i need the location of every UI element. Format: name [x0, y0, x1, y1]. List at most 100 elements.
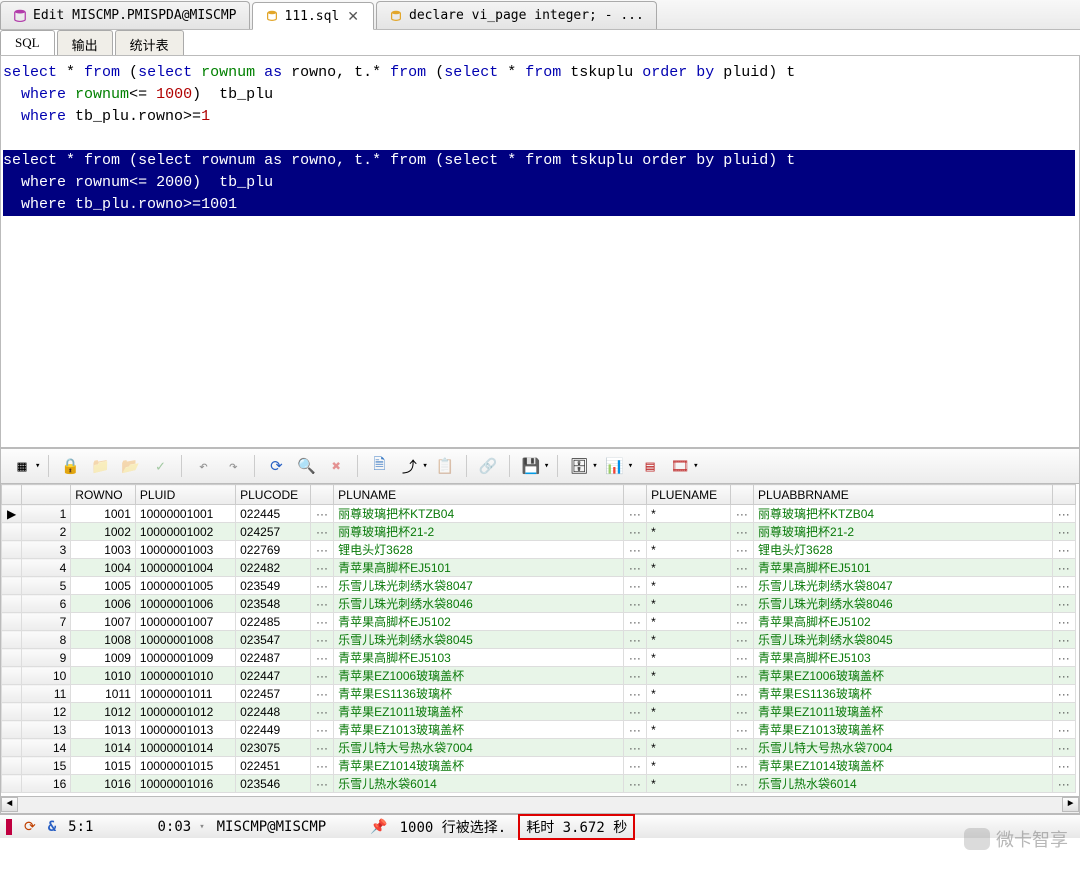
- table-row[interactable]: 12101210000001012022448···青苹果EZ1011玻璃盖杯·…: [2, 703, 1076, 721]
- table-row[interactable]: 4100410000001004022482···青苹果高脚杯EJ5101···…: [2, 559, 1076, 577]
- cell[interactable]: 1007: [71, 613, 136, 631]
- cell[interactable]: 4: [22, 559, 71, 577]
- table-row[interactable]: 15101510000001015022451···青苹果EZ1014玻璃盖杯·…: [2, 757, 1076, 775]
- cell[interactable]: ···: [1052, 559, 1075, 577]
- cell[interactable]: 青苹果EZ1011玻璃盖杯: [334, 703, 624, 721]
- cell[interactable]: ···: [310, 685, 333, 703]
- cell[interactable]: 丽尊玻璃把杯21-2: [754, 523, 1052, 541]
- cell[interactable]: ···: [730, 631, 753, 649]
- save-button[interactable]: 💾: [518, 453, 544, 479]
- cell[interactable]: ···: [730, 649, 753, 667]
- cell[interactable]: 10000001014: [135, 739, 235, 757]
- cell[interactable]: 青苹果高脚杯EJ5101: [334, 559, 624, 577]
- cell[interactable]: 1005: [71, 577, 136, 595]
- cell[interactable]: 青苹果EZ1013玻璃盖杯: [334, 721, 624, 739]
- cell[interactable]: ···: [730, 595, 753, 613]
- cell[interactable]: 10000001011: [135, 685, 235, 703]
- cell[interactable]: ···: [1052, 667, 1075, 685]
- cell[interactable]: *: [647, 541, 731, 559]
- cell[interactable]: 10000001009: [135, 649, 235, 667]
- cell[interactable]: 青苹果ES1136玻璃杯: [754, 685, 1052, 703]
- cell[interactable]: 青苹果高脚杯EJ5103: [334, 649, 624, 667]
- column-header[interactable]: [22, 485, 71, 505]
- table-row[interactable]: ▶1100110000001001022445···丽尊玻璃把杯KTZB04··…: [2, 505, 1076, 523]
- scroll-left-icon[interactable]: ◄: [1, 797, 18, 812]
- cell[interactable]: [2, 523, 22, 541]
- redo-button[interactable]: ↷: [220, 453, 246, 479]
- cell[interactable]: [2, 775, 22, 793]
- cell[interactable]: ···: [310, 757, 333, 775]
- cell[interactable]: ···: [730, 721, 753, 739]
- cell[interactable]: ···: [1052, 541, 1075, 559]
- cell[interactable]: 022447: [236, 667, 311, 685]
- cell[interactable]: ···: [1052, 721, 1075, 739]
- cell[interactable]: ···: [310, 667, 333, 685]
- table-row[interactable]: 9100910000001009022487···青苹果高脚杯EJ5103···…: [2, 649, 1076, 667]
- cell[interactable]: 024257: [236, 523, 311, 541]
- column-header[interactable]: PLUCODE: [236, 485, 311, 505]
- cell[interactable]: 10000001006: [135, 595, 235, 613]
- column-header[interactable]: [310, 485, 333, 505]
- cell[interactable]: ···: [310, 649, 333, 667]
- cell[interactable]: 乐雪儿珠光刺绣水袋8047: [754, 577, 1052, 595]
- cell[interactable]: ···: [310, 577, 333, 595]
- cell[interactable]: ···: [623, 703, 646, 721]
- cell[interactable]: 1002: [71, 523, 136, 541]
- sub-tab-output[interactable]: 输出: [57, 30, 113, 55]
- cell[interactable]: 13: [22, 721, 71, 739]
- results-grid[interactable]: ROWNOPLUIDPLUCODEPLUNAMEPLUENAMEPLUABBRN…: [1, 484, 1076, 793]
- cell[interactable]: 1001: [71, 505, 136, 523]
- cell[interactable]: 1012: [71, 703, 136, 721]
- cell[interactable]: ···: [310, 505, 333, 523]
- cell[interactable]: [2, 649, 22, 667]
- cell[interactable]: 1009: [71, 649, 136, 667]
- cell[interactable]: 022482: [236, 559, 311, 577]
- cell[interactable]: 10000001003: [135, 541, 235, 559]
- cell[interactable]: 10000001015: [135, 757, 235, 775]
- cell[interactable]: 10000001002: [135, 523, 235, 541]
- column-header[interactable]: ROWNO: [71, 485, 136, 505]
- undo-button[interactable]: ↶: [190, 453, 216, 479]
- horizontal-scrollbar[interactable]: ◄ ►: [0, 797, 1080, 814]
- cell[interactable]: [2, 541, 22, 559]
- cell[interactable]: 1015: [71, 757, 136, 775]
- chart-button[interactable]: 📊: [602, 453, 628, 479]
- refresh-button[interactable]: ⟳: [263, 453, 289, 479]
- cell[interactable]: 乐雪儿特大号热水袋7004: [754, 739, 1052, 757]
- cell[interactable]: ···: [730, 505, 753, 523]
- cell[interactable]: 乐雪儿珠光刺绣水袋8046: [754, 595, 1052, 613]
- cell[interactable]: 10000001007: [135, 613, 235, 631]
- cell[interactable]: 青苹果高脚杯EJ5101: [754, 559, 1052, 577]
- dropdown-icon[interactable]: ▾: [693, 461, 698, 471]
- cell[interactable]: 10000001004: [135, 559, 235, 577]
- cell[interactable]: ···: [623, 739, 646, 757]
- scroll-right-icon[interactable]: ►: [1062, 797, 1079, 812]
- cell[interactable]: 6: [22, 595, 71, 613]
- cell[interactable]: ···: [730, 559, 753, 577]
- cell[interactable]: *: [647, 505, 731, 523]
- cell[interactable]: ···: [623, 505, 646, 523]
- cell[interactable]: 2: [22, 523, 71, 541]
- cell[interactable]: 青苹果EZ1014玻璃盖杯: [334, 757, 624, 775]
- cell[interactable]: 1003: [71, 541, 136, 559]
- tab-111-sql[interactable]: 111.sql ✕: [252, 2, 375, 30]
- cell[interactable]: ···: [730, 775, 753, 793]
- delete-button[interactable]: ✖: [323, 453, 349, 479]
- cell[interactable]: *: [647, 523, 731, 541]
- cell[interactable]: 1016: [71, 775, 136, 793]
- cell[interactable]: 023075: [236, 739, 311, 757]
- cell[interactable]: 022487: [236, 649, 311, 667]
- cell[interactable]: 丽尊玻璃把杯21-2: [334, 523, 624, 541]
- cell[interactable]: ···: [1052, 595, 1075, 613]
- cell[interactable]: 023547: [236, 631, 311, 649]
- table-row[interactable]: 2100210000001002024257···丽尊玻璃把杯21-2···*·…: [2, 523, 1076, 541]
- cell[interactable]: 022769: [236, 541, 311, 559]
- cell[interactable]: ···: [310, 739, 333, 757]
- cell[interactable]: 10000001010: [135, 667, 235, 685]
- cell[interactable]: 青苹果高脚杯EJ5102: [754, 613, 1052, 631]
- cell[interactable]: 乐雪儿珠光刺绣水袋8047: [334, 577, 624, 595]
- cell[interactable]: 7: [22, 613, 71, 631]
- cell[interactable]: *: [647, 721, 731, 739]
- table-button[interactable]: ▤: [637, 453, 663, 479]
- cell[interactable]: ···: [623, 721, 646, 739]
